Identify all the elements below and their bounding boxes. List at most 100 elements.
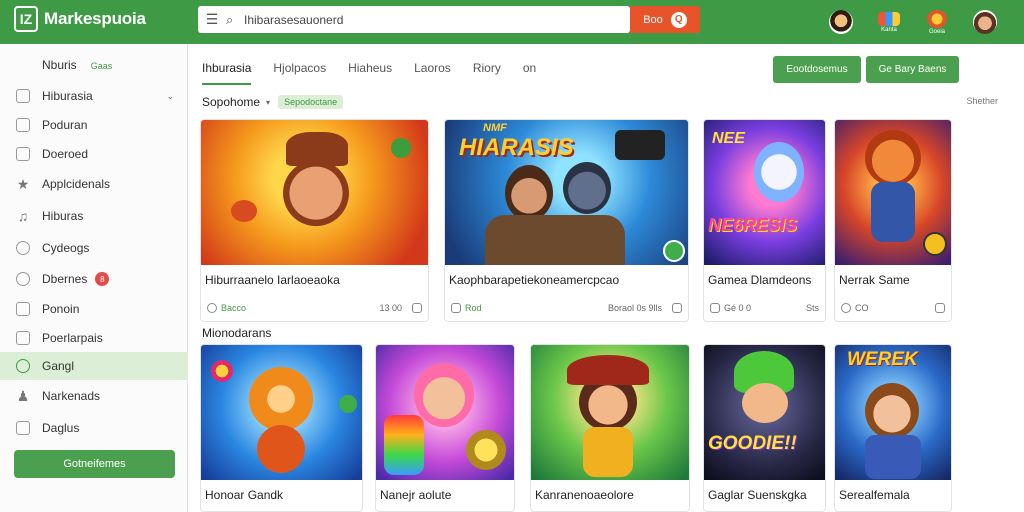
game-card[interactable]: Hiburraanelo Iarlaoeaoka Bacco 13 00 [200, 119, 429, 322]
game-title: Nanejr aolute [380, 488, 452, 502]
game-meta: Rod Boraol 0s 9lls [445, 303, 688, 313]
chevron-down-icon[interactable]: ⌄ [166, 91, 174, 102]
game-card[interactable]: GOODIE!! Gaglar Suenskgka [703, 344, 826, 512]
game-thumbnail: WEREK [835, 345, 951, 480]
sidebar-item-narkenads[interactable]: ♟ Narkenads [0, 382, 188, 410]
meta-right: 13 00 [379, 303, 402, 313]
save-icon[interactable] [412, 303, 422, 313]
game-title: Hiburraanelo Iarlaoeaoka [205, 273, 340, 287]
profile-avatar[interactable] [962, 3, 1008, 41]
secondary-button[interactable]: Ge Bary Baens [866, 56, 959, 83]
profile-icon [973, 10, 997, 34]
games-icon-button[interactable]: Kanta [866, 3, 912, 41]
notification-badge: 8 [95, 272, 110, 286]
sidebar-item-poduran[interactable]: Poduran [0, 111, 188, 139]
game-title: Kanranenoaeolore [535, 488, 634, 502]
sidebar-item-label: Applcidenals [42, 177, 111, 191]
menu-icon[interactable]: ☰ [198, 11, 226, 28]
file-icon [16, 302, 30, 316]
bag-icon [16, 118, 30, 132]
sidebar-item-label: Hiburasia [42, 89, 93, 103]
hero-logo-text: HIARASIS [459, 134, 574, 161]
save-icon[interactable] [672, 303, 682, 313]
sidebar-item-cydeogs[interactable]: Cydeogs [0, 234, 188, 262]
primary-button[interactable]: Eootdosemus [773, 56, 861, 83]
tab-hiaheus[interactable]: Hiaheus [348, 61, 392, 85]
sort-row: Sopohome ▾ Sepodoctane [202, 95, 344, 109]
sidebar-item-gangl[interactable]: Gangl [0, 352, 188, 380]
game-title: Gaglar Suenskgka [708, 488, 807, 502]
art-title-text: GOODIE!! [708, 433, 797, 454]
save-icon[interactable] [935, 303, 945, 313]
sidebar-item-label: Cydeogs [42, 241, 90, 255]
sidebar-item-label: Ponoin [42, 302, 80, 316]
search-button[interactable]: Boo Q [630, 6, 700, 33]
sidebar-item-label: Narkenads [42, 389, 101, 403]
tab-laoros[interactable]: Laoros [414, 61, 451, 85]
meta-right: Sts [805, 303, 819, 313]
clock-icon [16, 359, 30, 373]
sidebar-item-label: Poerlarpais [42, 331, 103, 345]
game-card[interactable]: NMF HIARASIS Kaophbarapetiekoneamercpcao… [444, 119, 689, 322]
bookmark-icon [16, 147, 30, 161]
star-icon: ★ [16, 175, 30, 192]
sidebar-item-applcidenals[interactable]: ★ Applcidenals [0, 170, 188, 198]
game-title: Honoar Gandk [205, 488, 284, 502]
caret-down-icon[interactable]: ▾ [266, 98, 270, 107]
sort-dropdown[interactable]: Sopohome [202, 95, 260, 109]
game-card[interactable]: NEE NE6RESIS Gamea Dlamdeons Gé 0 0 Sts [703, 119, 826, 322]
section-title: Mionodarans [202, 326, 272, 340]
game-card[interactable]: Nerrak Same CO [834, 119, 952, 322]
tab-hjolpacos[interactable]: Hjolpacos [273, 61, 326, 85]
tab-riory[interactable]: Riory [473, 61, 501, 85]
avatar-icon [829, 10, 853, 34]
meta-left: Bacco [221, 303, 247, 313]
sidebar-header-sub: Gaas [90, 61, 113, 71]
sidebar-item-dbernes[interactable]: Dbernes 8 [0, 265, 188, 293]
sidebar-item-daglus[interactable]: Daglus [0, 414, 188, 442]
user-avatar[interactable] [818, 3, 864, 41]
hero-logo-text: NE6RESIS [708, 215, 798, 235]
sidebar-item-label: Doeroed [42, 147, 89, 161]
tab-on[interactable]: on [523, 61, 536, 85]
sidebar-item-poerlarpais[interactable]: Poerlarpais [0, 324, 188, 352]
filter-chip[interactable]: Sepodoctane [278, 95, 344, 109]
game-thumbnail: NMF HIARASIS [445, 120, 688, 265]
game-title: Nerrak Same [839, 273, 910, 287]
sidebar-item-label: Poduran [42, 118, 88, 132]
sidebar-item-label: Daglus [42, 421, 80, 435]
sidebar-item-hiburasia[interactable]: Hiburasia ⌄ [0, 82, 188, 110]
bookmark-icon [451, 303, 461, 313]
dashboard-icon [16, 89, 30, 103]
game-card[interactable]: Kanranenoaeolore [530, 344, 690, 512]
meta-left: Gé 0 0 [724, 303, 752, 313]
game-thumbnail: GOODIE!! [704, 345, 825, 480]
sidebar-item-label: Gangl [42, 359, 75, 373]
sidebar-item-ponoin[interactable]: Ponoin [0, 295, 188, 323]
game-card[interactable]: Honoar Gandk [200, 344, 363, 512]
game-card[interactable]: WEREK Serealfemala [834, 344, 952, 512]
sidebar-item-hiburas[interactable]: ♫ Hiburas [0, 202, 188, 230]
rewards-icon-button[interactable]: Goeia [914, 3, 960, 41]
see-all-link[interactable]: Shether [966, 96, 998, 106]
main-content: Ihburasia Hjolpacos Hiaheus Laoros Riory… [188, 44, 1024, 512]
search-input[interactable] [244, 12, 614, 27]
game-card[interactable]: Nanejr aolute [375, 344, 515, 512]
tab-ihburasia[interactable]: Ihburasia [202, 61, 252, 85]
game-thumbnail [201, 120, 428, 265]
app-logo[interactable]: IZ Markespuoia [14, 6, 146, 32]
document-icon [16, 331, 30, 345]
magnifier-icon: Q [670, 11, 687, 28]
page-icon [16, 421, 30, 435]
games-icon-label: Kanta [881, 26, 897, 33]
art-title-text: WEREK [847, 349, 918, 370]
game-meta: CO [835, 303, 951, 313]
logo-mark-icon: IZ [14, 6, 38, 32]
grid-icon [710, 303, 720, 313]
sidebar-item-doeroed[interactable]: Doeroed [0, 140, 188, 168]
game-meta: Bacco 13 00 [201, 303, 428, 313]
bell-icon: ♫ [17, 208, 29, 224]
tab-bar: Ihburasia Hjolpacos Hiaheus Laoros Riory… [202, 61, 558, 85]
search-button-label: Boo [643, 13, 663, 26]
sidebar-action-button[interactable]: Gotneifemes [14, 450, 175, 478]
